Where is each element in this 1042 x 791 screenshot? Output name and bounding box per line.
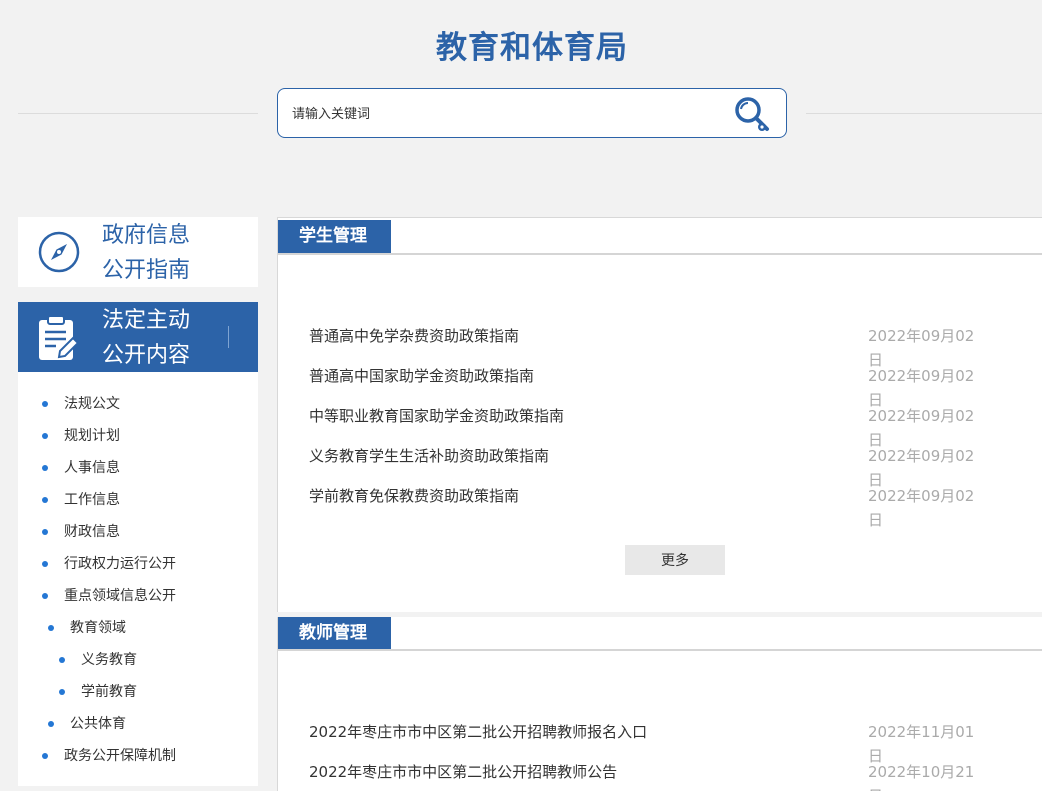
news-title[interactable]: 2022年枣庄市市中区第二批公开招聘教师报名入口: [309, 720, 647, 744]
search-button[interactable]: [732, 95, 772, 133]
sidebar-item-work[interactable]: 工作信息: [42, 490, 120, 510]
header-divider-right: [806, 113, 1042, 114]
student-section-divider: [278, 253, 1042, 255]
sidebar-guide-link[interactable]: 政府信息 公开指南: [18, 217, 258, 287]
list-item[interactable]: 普通高中免学杂费资助政策指南 2022年09月02日: [309, 324, 989, 369]
sidebar-item-planning[interactable]: 规划计划: [42, 426, 120, 446]
list-item[interactable]: 中等职业教育国家助学金资助政策指南 2022年09月02日: [309, 404, 989, 449]
news-date: 2022年10月21日: [868, 763, 975, 791]
sidebar-content-header[interactable]: 法定主动 公开内容: [18, 302, 258, 372]
news-title[interactable]: 学前教育免保教费资助政策指南: [309, 484, 519, 508]
search-key-icon: [735, 97, 769, 131]
search-box: [277, 88, 787, 138]
news-title[interactable]: 中等职业教育国家助学金资助政策指南: [309, 404, 564, 428]
list-item[interactable]: 2022年枣庄市市中区第二批公开招聘教师报名入口 2022年11月01日: [309, 720, 989, 765]
sidebar-content-divider: [228, 326, 229, 348]
sidebar-item-compulsory[interactable]: 义务教育: [59, 650, 137, 670]
more-button[interactable]: 更多: [625, 545, 725, 575]
sidebar-item-personnel[interactable]: 人事信息: [42, 458, 120, 478]
site-title: 教育和体育局: [436, 30, 628, 66]
list-item[interactable]: 普通高中国家助学金资助政策指南 2022年09月02日: [309, 364, 989, 409]
student-section-title: 学生管理: [278, 220, 391, 253]
sidebar-item-regulations[interactable]: 法规公文: [42, 394, 120, 414]
sidebar-item-finance[interactable]: 财政信息: [42, 522, 120, 542]
list-item[interactable]: 2022年枣庄市市中区第二批公开招聘教师公告 2022年10月21日: [309, 760, 989, 791]
news-date: 2022年09月02日: [868, 487, 975, 529]
news-title[interactable]: 普通高中国家助学金资助政策指南: [309, 364, 534, 388]
sidebar-guide-label: 政府信息 公开指南: [102, 223, 191, 283]
news-title[interactable]: 2022年枣庄市市中区第二批公开招聘教师公告: [309, 760, 617, 784]
sidebar-item-safeguard[interactable]: 政务公开保障机制: [42, 746, 176, 766]
sidebar-item-education[interactable]: 教育领域: [48, 618, 126, 638]
teacher-section-divider: [278, 649, 1042, 651]
student-panel: 学生管理 普通高中免学杂费资助政策指南 2022年09月02日 普通高中国家助学…: [277, 217, 1042, 612]
list-item[interactable]: 学前教育免保教费资助政策指南 2022年09月02日: [309, 484, 989, 529]
sidebar-item-preschool[interactable]: 学前教育: [59, 682, 137, 702]
sidebar-list: 法规公文 规划计划 人事信息 工作信息 财政信息 行政权力运行公开 重点领域信息…: [18, 372, 258, 786]
sidebar-item-admin-power[interactable]: 行政权力运行公开: [42, 554, 176, 574]
list-item[interactable]: 义务教育学生生活补助资助政策指南 2022年09月02日: [309, 444, 989, 489]
news-title[interactable]: 普通高中免学杂费资助政策指南: [309, 324, 519, 348]
search-input[interactable]: [292, 102, 722, 126]
teacher-panel: 教师管理 2022年枣庄市市中区第二批公开招聘教师报名入口 2022年11月01…: [277, 617, 1042, 791]
teacher-section-title: 教师管理: [278, 617, 391, 650]
compass-icon: [38, 231, 80, 273]
header-divider-left: [18, 113, 258, 114]
sidebar-item-sports[interactable]: 公共体育: [48, 714, 126, 734]
news-title[interactable]: 义务教育学生生活补助资助政策指南: [309, 444, 549, 468]
clipboard-pen-icon: [39, 315, 80, 360]
sidebar-item-key-areas[interactable]: 重点领域信息公开: [42, 586, 176, 606]
sidebar-content-label: 法定主动 公开内容: [102, 308, 191, 368]
